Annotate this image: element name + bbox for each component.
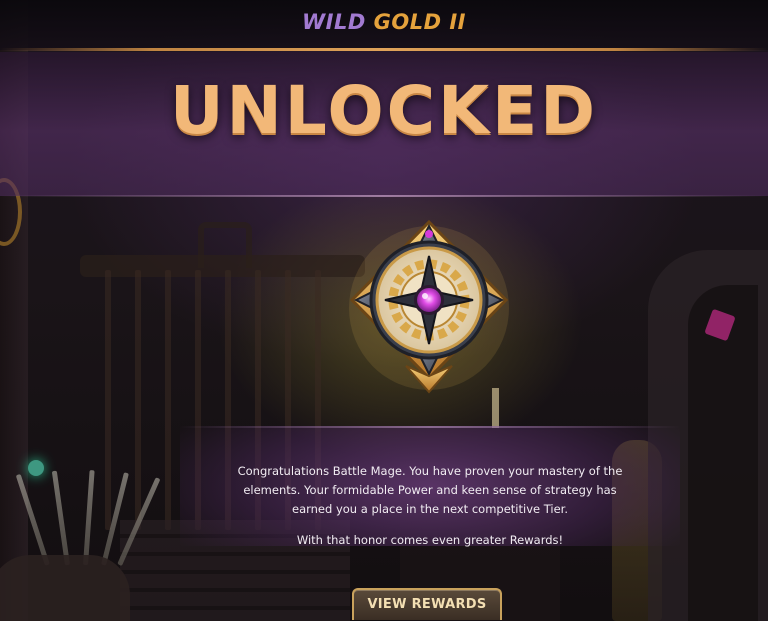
rewards-message: With that honor comes even greater Rewar… [296,533,564,547]
tier-wild-label: WILD [302,10,366,34]
tier-gold-label: GOLD II [373,10,466,34]
view-rewards-button[interactable]: VIEW REWARDS [352,588,502,620]
unlocked-title: UNLOCKED [169,72,599,149]
tier-title: WILD GOLD II [0,10,768,34]
unlock-banner-edge [0,195,768,197]
congratulations-message: Congratulations Battle Mage. You have pr… [237,464,623,516]
teal-lantern [28,460,44,476]
message-panel-divider [180,426,680,428]
header-divider [0,48,768,51]
gold-tier-emblem-icon [346,216,512,396]
cauldron [0,555,130,621]
